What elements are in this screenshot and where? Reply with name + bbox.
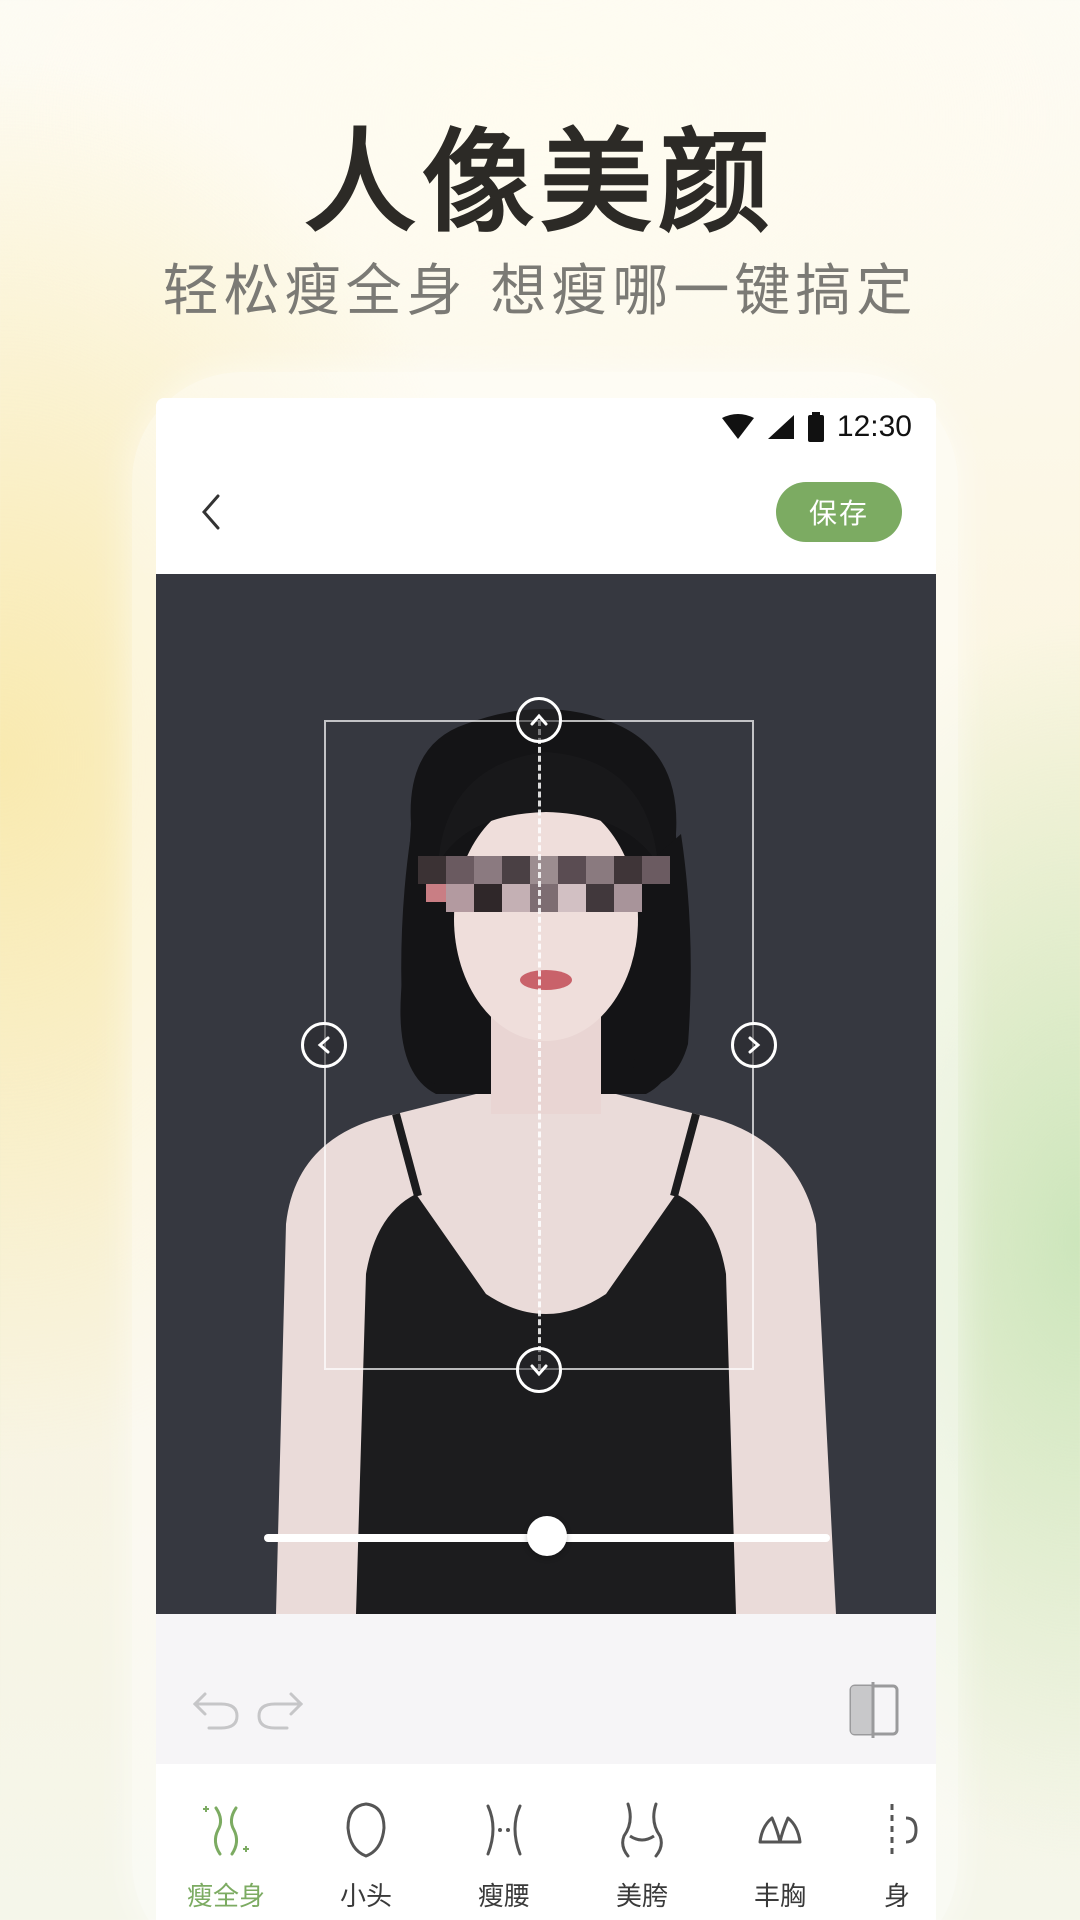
undo-icon: [192, 1692, 239, 1730]
tool-label: 美胯: [615, 1882, 668, 1912]
chevron-left-icon: [202, 494, 220, 530]
hip-icon: [621, 1802, 663, 1858]
down-arrow-icon: [530, 1364, 548, 1377]
wifi-icon: [721, 414, 754, 439]
tool-label: 瘦全身: [186, 1882, 265, 1912]
right-handle[interactable]: [731, 1022, 777, 1068]
phone-screen: 12:30 保存 瘦全身 小头 瘦腰 美胯 丰胸 身: [156, 398, 936, 1920]
tool-hips[interactable]: 美胯: [582, 1798, 702, 1913]
top-bar: 保存: [156, 454, 936, 574]
top-handle[interactable]: [516, 697, 562, 743]
back-button[interactable]: [182, 482, 242, 542]
signal-icon: [767, 415, 794, 439]
tool-chest[interactable]: 丰胸: [720, 1798, 840, 1913]
tool-label: 身: [884, 1882, 911, 1912]
left-arrow-icon: [317, 1036, 330, 1054]
body-tool-bar: 瘦全身 小头 瘦腰 美胯 丰胸 身: [156, 1764, 936, 1920]
status-bar: 12:30: [156, 398, 936, 454]
status-time: 12:30: [836, 410, 912, 443]
undo-button[interactable]: [188, 1682, 244, 1738]
small-head-icon: [346, 1802, 386, 1858]
promo-subline: 轻松瘦全身 想瘦哪一键搞定: [162, 259, 918, 324]
up-arrow-icon: [530, 713, 548, 726]
promo-headline: 人像美颜: [304, 117, 776, 248]
right-arrow-icon: [748, 1036, 761, 1054]
chest-icon: [758, 1816, 802, 1844]
tool-label: 瘦腰: [477, 1882, 530, 1912]
compare-icon: [849, 1682, 899, 1738]
height-icon: [890, 1804, 918, 1856]
tool-height[interactable]: 身: [858, 1798, 936, 1913]
photo-canvas[interactable]: [156, 574, 936, 1614]
intensity-slider[interactable]: [264, 1516, 830, 1556]
bottom-handle[interactable]: [516, 1347, 562, 1393]
tool-slim-waist[interactable]: 瘦腰: [444, 1798, 564, 1913]
tool-label: 小头: [339, 1882, 392, 1912]
save-button[interactable]: 保存: [776, 482, 902, 542]
battery-icon: [807, 412, 824, 442]
redo-button[interactable]: [252, 1682, 308, 1738]
left-handle[interactable]: [301, 1022, 347, 1068]
tool-label: 丰胸: [753, 1882, 806, 1912]
slider-knob[interactable]: [527, 1516, 567, 1556]
tool-small-head[interactable]: 小头: [306, 1798, 426, 1913]
body-slim-icon: [203, 1806, 249, 1856]
center-guide-line: [538, 720, 541, 1370]
waist-icon: [486, 1804, 522, 1856]
redo-icon: [257, 1692, 304, 1730]
compare-button[interactable]: [846, 1682, 902, 1738]
tool-slim-body[interactable]: 瘦全身: [166, 1798, 286, 1913]
edit-bar: [156, 1614, 936, 1764]
